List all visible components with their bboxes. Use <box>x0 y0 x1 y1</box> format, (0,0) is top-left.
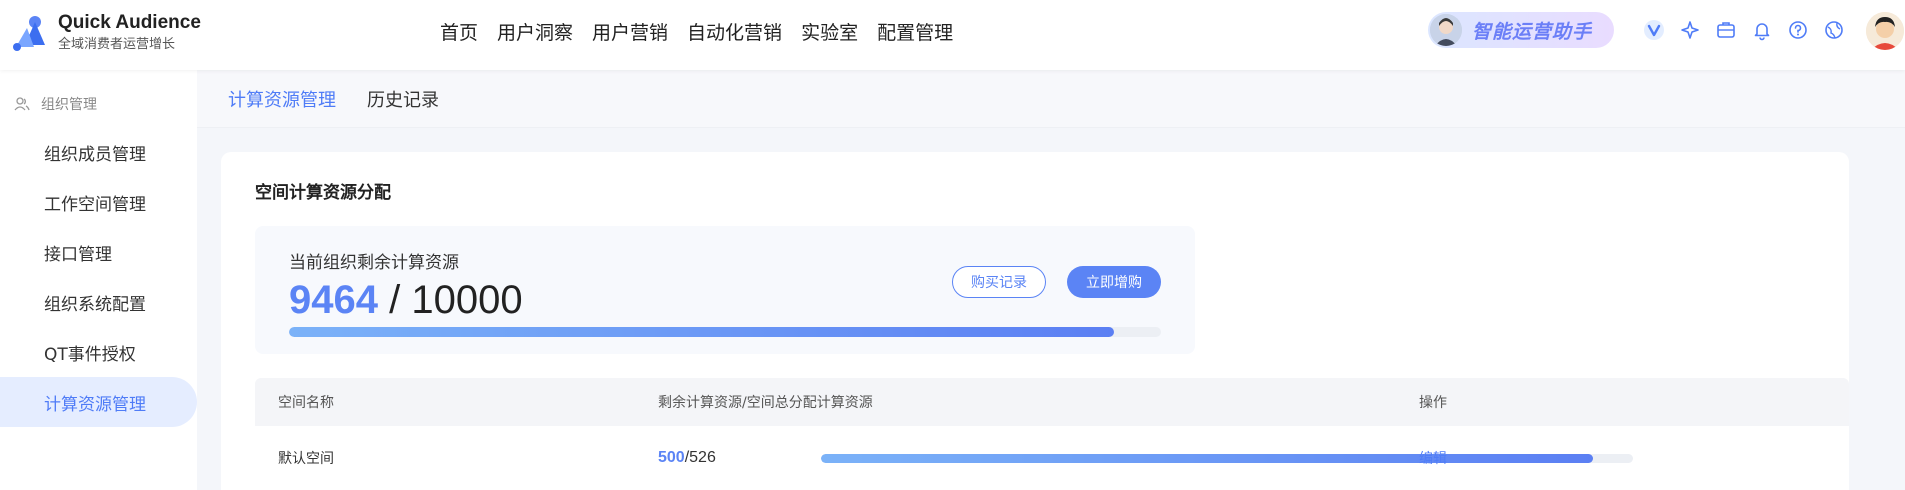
quota-total: 10000 <box>411 278 523 322</box>
sidebar-group-org: 组织管理 <box>13 94 97 114</box>
edit-link-label[interactable]: 编辑 <box>1419 448 1447 468</box>
column-header-space-name: 空间名称 <box>278 395 334 411</box>
header-tools <box>1640 16 1856 44</box>
logo-mark-icon <box>12 13 48 53</box>
top-header: Quick Audience 全域消费者运营增长 首页 用户洞察 用户营销 自动… <box>0 0 1905 70</box>
sidebar-item-compute-resources[interactable]: 计算资源管理 <box>0 377 197 427</box>
nav-item-auto-marketing[interactable]: 自动化营销 <box>687 18 782 45</box>
table-header: 空间名称 剩余计算资源/空间总分配计算资源 操作 <box>255 378 1849 426</box>
tab-compute-resources[interactable]: 计算资源管理 <box>228 70 336 128</box>
users-icon <box>14 97 30 111</box>
sidebar-item-workspaces[interactable]: 工作空间管理 <box>0 177 197 227</box>
sidebar: 组织管理 组织成员管理 工作空间管理 接口管理 组织系统配置 QT事件授权 计算… <box>0 70 197 490</box>
purchase-history-button[interactable]: 购买记录 <box>952 266 1046 298</box>
space-progress-bar <box>821 454 1633 463</box>
tab-history[interactable]: 历史记录 <box>367 70 439 128</box>
help-icon[interactable] <box>1784 16 1812 44</box>
nav-item-user-marketing[interactable]: 用户营销 <box>592 18 668 45</box>
edit-link[interactable]: 编辑 <box>1419 426 1447 490</box>
assistant-avatar-icon <box>1430 14 1462 46</box>
space-resource-table: 空间名称 剩余计算资源/空间总分配计算资源 操作 默认空间 500/526 编辑 <box>255 378 1849 490</box>
org-quota-panel: 当前组织剩余计算资源 9464 / 10000 购买记录 立即增购 <box>255 226 1195 354</box>
assistant-label: 智能运营助手 <box>1472 20 1593 43</box>
sidebar-item-qt-events[interactable]: QT事件授权 <box>0 327 197 377</box>
user-avatar[interactable] <box>1866 12 1904 50</box>
space-resource-value: 500/526 <box>658 426 716 490</box>
quota-number: 9464 / 10000 <box>289 276 523 324</box>
app-subtitle: 全域消费者运营增长 <box>58 37 176 52</box>
assistant-button[interactable]: 智能运营助手 <box>1428 12 1614 48</box>
space-name: 默认空间 <box>278 451 334 467</box>
sidebar-item-api[interactable]: 接口管理 <box>0 227 197 277</box>
quota-progress-bar <box>289 327 1161 337</box>
nav-item-lab[interactable]: 实验室 <box>801 18 858 45</box>
column-header-resources: 剩余计算资源/空间总分配计算资源 <box>658 395 873 411</box>
sidebar-group-label: 组织管理 <box>41 97 97 113</box>
nav-item-config[interactable]: 配置管理 <box>877 18 953 45</box>
briefcase-icon[interactable] <box>1712 16 1740 44</box>
v-logo-icon[interactable] <box>1640 16 1668 44</box>
resource-card: 空间计算资源分配 当前组织剩余计算资源 9464 / 10000 购买记录 立即… <box>221 152 1849 490</box>
globe-icon[interactable] <box>1820 16 1848 44</box>
sidebar-item-system-config[interactable]: 组织系统配置 <box>0 277 197 327</box>
quota-separator: / <box>377 278 412 322</box>
app-logo[interactable]: Quick Audience 全域消费者运营增长 <box>12 12 201 54</box>
app-title: Quick Audience <box>58 12 201 33</box>
quota-label: 当前组织剩余计算资源 <box>289 253 459 273</box>
nav-item-home[interactable]: 首页 <box>440 18 478 45</box>
space-progress-fill <box>821 454 1593 463</box>
table-row: 默认空间 500/526 编辑 <box>255 426 1849 490</box>
nav-item-user-insight[interactable]: 用户洞察 <box>497 18 573 45</box>
card-title: 空间计算资源分配 <box>255 183 391 203</box>
sidebar-item-members[interactable]: 组织成员管理 <box>0 127 197 177</box>
space-total: /526 <box>684 449 716 466</box>
logo-text: Quick Audience 全域消费者运营增长 <box>58 12 201 54</box>
sparkle-icon[interactable] <box>1676 16 1704 44</box>
space-remaining: 500 <box>658 449 685 466</box>
page-tabs: 计算资源管理 历史记录 <box>197 70 1905 128</box>
bell-icon[interactable] <box>1748 16 1776 44</box>
column-header-actions: 操作 <box>1419 395 1447 411</box>
buy-more-button[interactable]: 立即增购 <box>1067 266 1161 298</box>
main-nav: 首页 用户洞察 用户营销 自动化营销 实验室 配置管理 <box>440 0 972 62</box>
quota-remaining: 9464 <box>289 278 378 322</box>
quota-progress-fill <box>289 327 1115 337</box>
